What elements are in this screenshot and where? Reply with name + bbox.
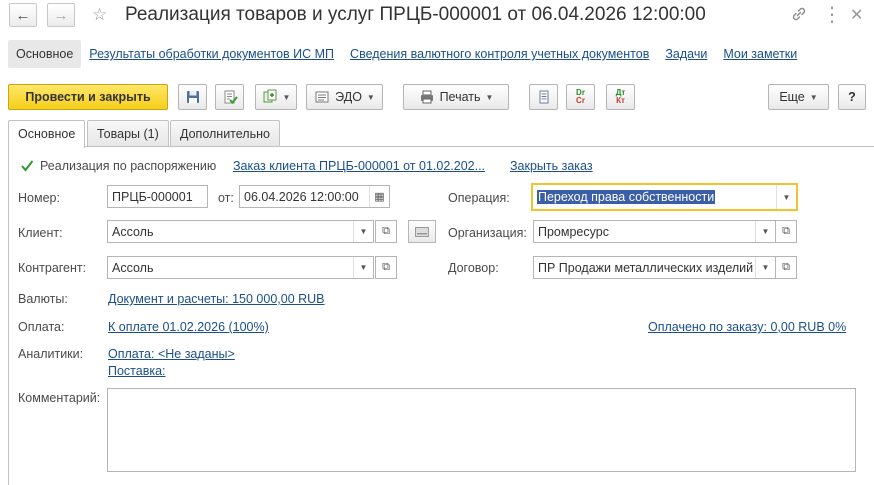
close-icon[interactable]: ✕: [850, 5, 863, 25]
tab-main[interactable]: Основное: [8, 120, 86, 148]
link-icon[interactable]: [790, 5, 808, 28]
print-button[interactable]: Печать ▼: [403, 84, 509, 110]
analytics-payment-link[interactable]: Оплата: <Не заданы>: [108, 347, 235, 361]
calendar-icon[interactable]: ▦: [369, 186, 389, 207]
nav-link-notes[interactable]: Мои заметки: [715, 40, 805, 68]
dr-cr-movements-button[interactable]: Dr Cr: [566, 84, 595, 110]
arrow-left-icon: ←: [15, 6, 31, 24]
chevron-down-icon: ▼: [366, 92, 375, 102]
card-icon: [415, 226, 429, 237]
operation-field[interactable]: Переход права собственности ▼: [531, 183, 798, 211]
edo-button[interactable]: ЭДО ▼: [306, 84, 383, 110]
payment-label: Оплата:: [18, 320, 65, 334]
nav-link-ismp-results[interactable]: Результаты обработки документов ИС МП: [81, 40, 342, 68]
counterparty-label: Контрагент:: [18, 261, 87, 275]
chevron-down-icon[interactable]: ▼: [353, 257, 373, 278]
post-and-close-button[interactable]: Провести и закрыть: [8, 84, 168, 110]
edo-exchange-icon: [315, 91, 329, 103]
dt-kt-postings-button[interactable]: Дт Кт: [606, 84, 635, 110]
chevron-down-icon: ▼: [485, 92, 494, 102]
chevron-down-icon: ▼: [809, 92, 818, 102]
more-label: Еще: [779, 90, 805, 104]
currency-link[interactable]: Документ и расчеты: 150 000,00 RUB: [108, 292, 325, 306]
arrow-right-icon: →: [53, 6, 69, 24]
chevron-down-icon[interactable]: ▼: [353, 221, 373, 242]
nav-link-main[interactable]: Основное: [8, 40, 82, 68]
client-value: Ассоль: [112, 224, 154, 239]
save-button[interactable]: [178, 84, 207, 110]
organization-field[interactable]: Промресурс ▼: [533, 220, 776, 243]
list-structure-icon: [539, 90, 548, 104]
order-link[interactable]: Заказ клиента ПРЦБ-000001 от 01.02.202..…: [233, 159, 485, 173]
number-value: ПРЦБ-000001: [112, 189, 193, 204]
window-title: Реализация товаров и услуг ПРЦБ-000001 о…: [125, 4, 706, 25]
date-field[interactable]: 06.04.2026 12:00:00 ▦: [239, 185, 390, 208]
favorite-star-icon[interactable]: ☆: [92, 5, 107, 25]
contract-label: Договор:: [448, 261, 499, 275]
contract-field[interactable]: ПР Продажи металлических изделий ▼: [533, 256, 776, 279]
contract-open-button[interactable]: ⧉: [775, 256, 797, 279]
client-card-button[interactable]: [408, 220, 436, 243]
chevron-down-icon: ▼: [282, 92, 291, 102]
structure-button[interactable]: [529, 84, 558, 110]
kt-label: Кт: [616, 96, 625, 105]
nav-link-tasks[interactable]: Задачи: [657, 40, 715, 68]
client-field[interactable]: Ассоль ▼: [107, 220, 374, 243]
nav-link-currency-control[interactable]: Сведения валютного контроля учетных доку…: [342, 40, 657, 68]
more-vertical-icon[interactable]: ⋮: [822, 2, 842, 27]
client-open-button[interactable]: ⧉: [375, 220, 397, 243]
help-button[interactable]: ?: [838, 84, 866, 110]
section-nav: Основное Результаты обработки документов…: [8, 40, 805, 68]
chevron-down-icon[interactable]: ▼: [776, 185, 796, 209]
paid-by-order-link[interactable]: Оплачено по заказу: 0,00 RUB 0%: [648, 320, 846, 334]
counterparty-field[interactable]: Ассоль ▼: [107, 256, 374, 279]
more-button[interactable]: Еще ▼: [768, 84, 829, 110]
chevron-down-icon[interactable]: ▼: [755, 221, 775, 242]
cr-label: Cr: [576, 96, 585, 105]
floppy-disk-icon: [186, 91, 199, 103]
organization-label: Организация:: [448, 226, 527, 240]
create-based-on-button[interactable]: ▼: [255, 84, 297, 110]
by-order-checkbox[interactable]: [20, 159, 34, 173]
open-window-icon: ⧉: [782, 261, 790, 273]
print-label: Печать: [439, 90, 481, 104]
analytics-label: Аналитики:: [18, 347, 84, 361]
tab-goods[interactable]: Товары (1): [87, 120, 169, 147]
number-field[interactable]: ПРЦБ-000001: [107, 185, 208, 208]
organization-open-button[interactable]: ⧉: [775, 220, 797, 243]
create-based-on-icon: [263, 89, 277, 103]
operation-value: Переход права собственности: [537, 190, 716, 204]
open-window-icon: ⧉: [382, 225, 390, 237]
comment-label: Комментарий:: [18, 391, 101, 405]
payment-link[interactable]: К оплате 01.02.2026 (100%): [108, 320, 269, 334]
client-label: Клиент:: [18, 226, 63, 240]
date-value: 06.04.2026 12:00:00: [244, 189, 359, 204]
edo-label: ЭДО: [335, 90, 362, 104]
counterparty-value: Ассоль: [112, 260, 154, 275]
number-label: Номер:: [18, 191, 60, 205]
currency-label: Валюты:: [18, 292, 68, 306]
printer-icon: [420, 90, 433, 104]
post-button[interactable]: [215, 84, 244, 110]
forward-button[interactable]: →: [47, 3, 75, 27]
date-label: от:: [218, 191, 234, 205]
open-window-icon: ⧉: [782, 225, 790, 237]
open-window-icon: ⧉: [382, 261, 390, 273]
chevron-down-icon[interactable]: ▼: [755, 257, 775, 278]
contract-value: ПР Продажи металлических изделий: [538, 260, 754, 275]
comment-textarea[interactable]: [107, 388, 856, 472]
organization-value: Промресурс: [538, 224, 609, 239]
by-order-label[interactable]: Реализация по распоряжению: [40, 159, 216, 173]
post-document-icon: [224, 90, 238, 104]
operation-label: Операция:: [448, 191, 510, 205]
tab-additional[interactable]: Дополнительно: [170, 120, 280, 147]
close-order-link[interactable]: Закрыть заказ: [510, 159, 593, 173]
analytics-delivery-link[interactable]: Поставка:: [108, 364, 166, 378]
counterparty-open-button[interactable]: ⧉: [375, 256, 397, 279]
back-button[interactable]: ←: [9, 3, 37, 27]
